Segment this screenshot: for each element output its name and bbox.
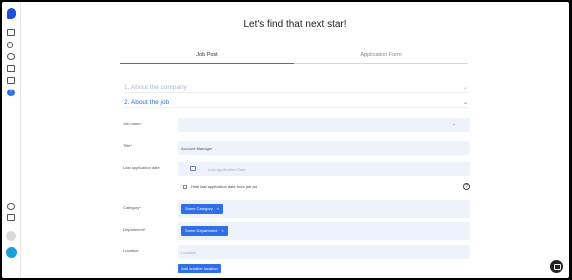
title-value: Account Manager xyxy=(181,146,213,151)
close-icon[interactable]: × xyxy=(221,228,223,233)
last-application-date-label: Last application date xyxy=(123,165,160,170)
add-location-button[interactable]: Add another location xyxy=(178,264,221,273)
image-icon[interactable] xyxy=(7,65,15,72)
add-icon[interactable] xyxy=(7,87,15,96)
section-label: 1. About the company xyxy=(124,84,187,91)
chevron-down-icon: ⌄ xyxy=(462,85,468,91)
location-label: Location: xyxy=(123,248,140,253)
section-label: 2. About the job xyxy=(124,99,170,106)
section-about-job[interactable]: 2. About the job ⌄ xyxy=(124,99,468,108)
chevron-down-icon: ⌄ xyxy=(451,121,456,127)
tab-bar: Job Post Application Form xyxy=(120,52,468,64)
title-input[interactable]: Account Manager xyxy=(178,141,470,155)
date-placeholder: Last Application Date xyxy=(208,167,246,172)
title-label: Title* xyxy=(123,143,132,148)
chat-widget-icon[interactable] xyxy=(550,260,563,273)
category-chip[interactable]: Some Category × xyxy=(181,204,224,214)
hide-date-checkbox[interactable] xyxy=(183,184,187,189)
calendar-icon[interactable] xyxy=(7,77,15,84)
department-chip[interactable]: Some Department × xyxy=(181,226,228,236)
location-input[interactable]: Location xyxy=(178,245,470,259)
user-avatar[interactable] xyxy=(6,247,17,258)
job-name-label: Job name: xyxy=(123,121,142,126)
sidebar xyxy=(2,2,21,278)
chevron-up-icon: ⌄ xyxy=(462,100,468,106)
department-select[interactable]: Some Department × xyxy=(178,222,470,240)
last-application-date-input[interactable]: Last Application Date xyxy=(178,162,470,176)
hide-date-row[interactable]: Hide last application date from job ad xyxy=(183,184,257,189)
hide-date-label: Hide last application date from job ad xyxy=(191,184,257,189)
tab-application-form[interactable]: Application Form xyxy=(294,52,468,58)
tab-job-post[interactable]: Job Post xyxy=(120,52,294,64)
close-icon[interactable]: × xyxy=(217,206,219,211)
help-icon[interactable]: ? xyxy=(463,183,470,190)
compass-icon[interactable] xyxy=(7,53,15,60)
search-icon[interactable] xyxy=(7,42,13,48)
app-logo[interactable] xyxy=(7,8,16,19)
chip-label: Some Category xyxy=(185,206,213,211)
department-label: Department* xyxy=(123,227,146,232)
chip-label: Some Department xyxy=(185,228,218,233)
refresh-icon[interactable] xyxy=(7,203,15,210)
user-avatar-placeholder[interactable] xyxy=(6,231,16,241)
app-window: Let's find that next star! Job Post Appl… xyxy=(2,2,569,278)
category-label: Category* xyxy=(123,205,141,210)
job-name-dropdown[interactable]: ⌄ xyxy=(178,118,470,132)
briefcase-icon[interactable] xyxy=(7,29,15,36)
section-about-company[interactable]: 1. About the company ⌄ xyxy=(124,84,468,93)
location-placeholder: Location xyxy=(181,250,197,255)
calendar-icon xyxy=(190,166,196,171)
page-title: Let's find that next star! xyxy=(243,19,347,30)
category-select[interactable]: Some Category × xyxy=(178,200,470,218)
chat-icon[interactable] xyxy=(7,214,15,221)
